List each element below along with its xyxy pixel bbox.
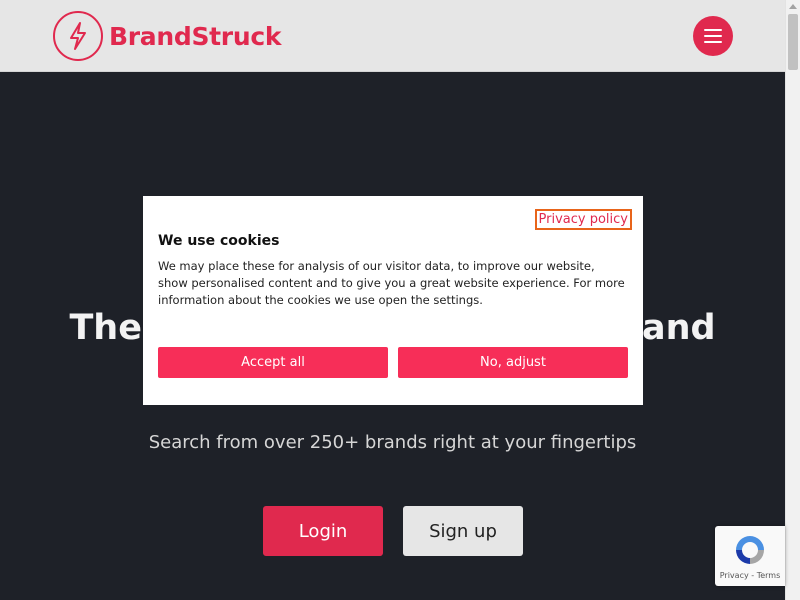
site-header: BrandStruck: [0, 0, 785, 72]
privacy-policy-link[interactable]: Privacy policy: [534, 209, 632, 230]
hamburger-menu-icon: [704, 29, 722, 31]
signup-button[interactable]: Sign up: [403, 506, 523, 556]
recaptcha-terms-link[interactable]: Terms: [757, 571, 781, 580]
recaptcha-badge[interactable]: Privacy - Terms: [715, 526, 785, 586]
recaptcha-icon: [736, 536, 764, 564]
scrollbar[interactable]: [785, 0, 800, 600]
hero-subtitle: Search from over 250+ brands right at yo…: [148, 432, 637, 453]
login-button[interactable]: Login: [263, 506, 383, 556]
accept-all-button[interactable]: Accept all: [158, 347, 388, 378]
cookie-dialog: Privacy policy We use cookies We may pla…: [143, 196, 643, 405]
recaptcha-links: Privacy - Terms: [715, 571, 785, 580]
hamburger-line: [704, 41, 722, 43]
menu-button[interactable]: [693, 16, 733, 56]
hero-title-right: and: [641, 308, 716, 348]
scroll-up-arrow-icon[interactable]: [789, 4, 797, 9]
scroll-thumb[interactable]: [788, 14, 798, 70]
brand-name: BrandStruck: [109, 21, 282, 51]
recaptcha-separator: -: [748, 571, 757, 580]
brand-logo[interactable]: BrandStruck: [53, 11, 281, 61]
hero-title-left: The: [69, 308, 142, 348]
adjust-button[interactable]: No, adjust: [398, 347, 628, 378]
cookie-title: We use cookies: [158, 233, 280, 249]
recaptcha-privacy-link[interactable]: Privacy: [720, 571, 749, 580]
lightning-bolt-icon: [53, 11, 103, 61]
cookie-description: We may place these for analysis of our v…: [158, 259, 625, 307]
hamburger-line: [704, 35, 722, 37]
